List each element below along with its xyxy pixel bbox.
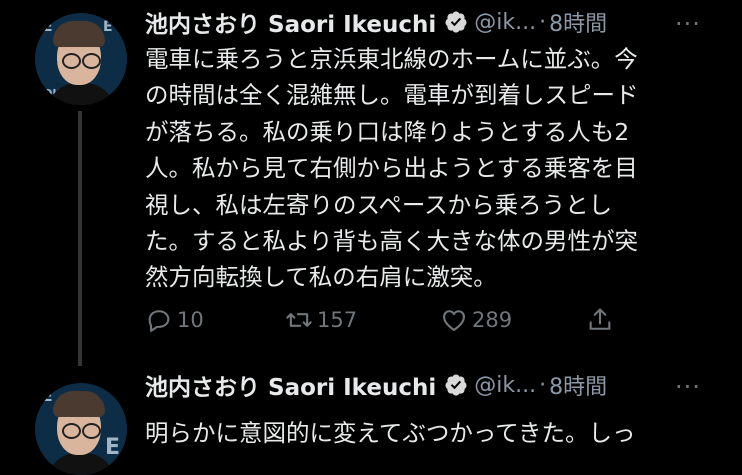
separator: · [539,9,547,35]
avatar-letter: E [43,19,53,35]
more-icon[interactable]: ··· [675,373,701,401]
display-name[interactable]: 池内さおり Saori Ikeuchi [145,368,436,402]
heart-icon [443,310,465,331]
timestamp[interactable]: 8時間 [549,6,607,38]
tweet-text: 電車に乗ろうと京浜東北線のホームに並ぶ。今 の時間は全く混雑無し。電車が到着しス… [145,41,720,296]
separator: · [539,372,547,398]
tweet[interactable]: E E 池内さおり Saori Ikeuchi @ik... · 8時間 ···… [0,360,742,475]
tweet-text-line: た。すると私より背も高く大きな体の男性が突 [145,227,639,256]
display-name[interactable]: 池内さおり Saori Ikeuchi [145,5,436,39]
glasses-icon [82,53,101,69]
tweet-text-line: の時間は全く混雑無し。電車が到着しスピード [145,81,639,110]
glasses-icon [62,423,81,439]
avatar-letter: E [103,19,113,35]
thread-line [78,111,82,366]
tweet-text-line: 然方向転換して私の右肩に激突。 [145,263,497,292]
tweet-text-line: 人。私から見て右側から出ようとする乗客を目 [145,154,638,183]
avatar-letter: E [43,389,53,405]
tweet-header: 池内さおり Saori Ikeuchi @ik... · 8時間 [145,5,607,39]
handle[interactable]: @ik... [474,373,536,398]
retweet-count: 157 [317,308,358,332]
more-icon[interactable]: ··· [675,10,701,38]
tweet-header: 池内さおり Saori Ikeuchi @ik... · 8時間 [145,368,607,402]
tweet-text-line: 視し、私は左寄りのスペースから乗ろうとし [145,190,613,219]
share-icon [589,308,611,330]
avatar-hair [53,391,105,417]
reply-button[interactable]: 10 [145,306,204,334]
glasses-icon [62,53,81,69]
tweet-text-line: 明らかに意図的に変えてぶつかってきた。しっ [145,419,636,447]
reply-count: 10 [177,308,204,332]
tweet-text-line: 電車に乗ろうと京浜東北線のホームに並ぶ。今 [145,45,638,73]
retweet-button[interactable]: 157 [285,306,357,334]
avatar-hair [53,21,105,47]
glasses-icon [82,423,101,439]
avatar[interactable]: E E QUA [35,13,127,105]
tweet-text-line: が落ちる。私の乗り口は降りようとする人も2 [145,117,630,146]
like-count: 289 [472,308,513,332]
tweet[interactable]: E E QUA 池内さおり Saori Ikeuchi @ik... · 8時間… [0,0,742,366]
like-button[interactable]: 289 [440,306,512,334]
timestamp[interactable]: 8時間 [549,369,607,401]
avatar-letter: E [105,435,121,460]
retweet-icon [286,313,312,327]
avatar[interactable]: E E [35,383,127,475]
tweet-text: 明らかに意図的に変えてぶつかってきた。しっ [145,415,720,451]
verified-badge-icon [445,374,467,396]
verified-badge-icon [445,11,467,33]
share-button[interactable] [586,306,618,334]
handle[interactable]: @ik... [474,10,536,35]
reply-icon [148,310,170,332]
